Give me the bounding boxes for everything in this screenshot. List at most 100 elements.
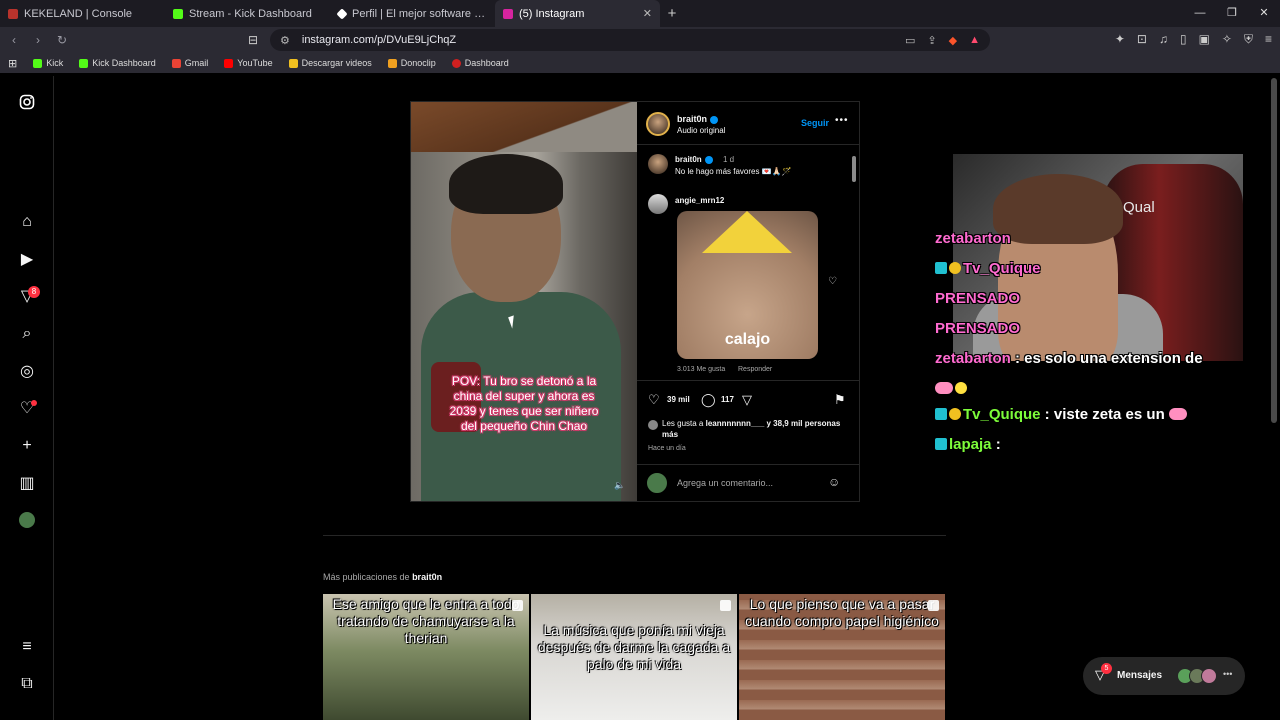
post-time: Hace un día (648, 445, 686, 452)
reel-video[interactable]: POV: Tu bro se detonó a la china del sup… (411, 102, 637, 501)
new-tab-button[interactable]: + (660, 5, 684, 22)
audio-label[interactable]: Audio original (677, 126, 725, 135)
more-post-tile[interactable]: La música que ponía mi vieja después de … (531, 594, 737, 720)
share-icon[interactable]: ⇪ (927, 34, 936, 47)
comments-scrollbar[interactable] (851, 146, 857, 380)
extensions-icon[interactable]: ✦ (1115, 32, 1125, 47)
gmail-icon (171, 58, 181, 68)
page-scrollbar[interactable] (1270, 76, 1278, 720)
comment-like-icon[interactable]: ♡ (828, 276, 837, 287)
bookmark-donoclip[interactable]: Donoclip (387, 58, 436, 68)
minimize-icon[interactable]: — (1184, 0, 1216, 27)
address-bar[interactable]: ⚙ instagram.com/p/DVuE9LjChqZ ▭ ⇪ ◆ ▲ (270, 29, 990, 51)
share-icon[interactable]: ▽ (742, 392, 752, 408)
caption-username[interactable]: brait0n (675, 155, 713, 164)
sidebar-toggle-icon[interactable]: ▯ (1180, 32, 1187, 47)
notifications-count-badge: 8 (28, 286, 40, 298)
liked-by-avatar (648, 420, 658, 430)
emote-icon (935, 382, 953, 394)
explore-icon[interactable]: ◎ (17, 361, 37, 381)
bookmark-kick[interactable]: Kick (33, 58, 63, 68)
create-icon[interactable]: + (17, 436, 37, 456)
chat-avatar (1201, 668, 1217, 684)
more-menu-icon[interactable]: ≡ (17, 637, 37, 657)
messages-button[interactable]: ▽ 5 Mensajes ••• (1083, 657, 1245, 695)
menu-icon[interactable]: ≡ (1265, 32, 1272, 47)
liked-by-text[interactable]: Les gusta a leannnnnnn___ y 38,9 mil per… (662, 418, 852, 440)
caption-author-avatar[interactable] (648, 154, 668, 174)
follow-button[interactable]: Seguir (801, 118, 829, 128)
site-info-icon[interactable]: ⚙ (280, 34, 290, 47)
brave-rewards-icon[interactable]: ▲ (969, 34, 980, 47)
search-icon[interactable]: ⌕ (17, 324, 37, 344)
url-text: instagram.com/p/DVuE9LjChqZ (301, 34, 457, 46)
emoji-icon[interactable]: ☺ (828, 475, 840, 489)
chat-username: zetabarton (935, 230, 1011, 247)
commenter-avatar[interactable] (648, 194, 668, 214)
close-window-icon[interactable]: ✕ (1248, 0, 1280, 27)
like-heart-icon[interactable]: ♡ (648, 392, 660, 408)
reel-indicator-icon (512, 600, 523, 611)
new-activity-dot (31, 400, 37, 406)
wallet-icon[interactable]: ▣ (1199, 32, 1210, 47)
instagram-sidebar: ⌂ ▶ ▽ 8 ⌕ ◎ ♡ + ▥ ≡ ⧉ (0, 76, 54, 720)
chat-username: Tv_Quique (963, 406, 1041, 423)
chat-username: PRENSADO (935, 320, 1021, 337)
bookmark-youtube[interactable]: YouTube (224, 58, 273, 68)
more-post-tile[interactable]: Ese amigo que le entra a todo tratando d… (323, 594, 529, 720)
instagram-favicon-icon (503, 8, 513, 19)
dashboard-icon[interactable]: ▥ (17, 473, 37, 493)
author-username[interactable]: brait0n (677, 114, 719, 124)
page-scrollbar-thumb[interactable] (1271, 78, 1277, 423)
back-icon[interactable]: ‹ (4, 33, 24, 47)
close-tab-icon[interactable]: ✕ (643, 7, 652, 20)
commenter-username[interactable]: angie_mrn12 (675, 196, 724, 205)
sticker-hat (702, 211, 792, 253)
save-bookmark-icon[interactable]: ⚑ (834, 392, 846, 408)
bookmark-descargar-videos[interactable]: Descargar videos (288, 58, 372, 68)
reel-indicator-icon (928, 600, 939, 611)
reload-icon[interactable]: ↻ (52, 33, 72, 47)
apps-grid-icon[interactable]: ⊞ (8, 57, 17, 70)
brave-shield-icon[interactable]: ◆ (949, 34, 957, 47)
likes-count[interactable]: 39 mil (667, 395, 690, 404)
more-post-tile[interactable]: Lo que pienso que va a pasar cuando comp… (739, 594, 945, 720)
instagram-logo-icon[interactable] (17, 92, 37, 112)
more-options-icon[interactable]: ••• (835, 115, 849, 126)
screenshot-icon[interactable]: ⊡ (1137, 32, 1147, 47)
bookmark-dashboard[interactable]: Dashboard (451, 58, 509, 68)
tab-perfil[interactable]: Perfil | El mejor software para potenc (330, 0, 495, 27)
bookmark-kick-dashboard[interactable]: Kick Dashboard (79, 58, 156, 68)
reply-button[interactable]: Responder (738, 366, 772, 373)
more-posts-user[interactable]: brait0n (412, 572, 442, 582)
kick-icon (33, 58, 43, 68)
author-avatar[interactable] (646, 112, 670, 136)
current-user-avatar (647, 473, 667, 493)
profile-avatar-icon[interactable] (17, 510, 37, 530)
kick-badge-icon (935, 408, 947, 420)
also-from-meta-icon[interactable]: ⧉ (17, 674, 37, 694)
tab-kick-dashboard[interactable]: Stream - Kick Dashboard (165, 0, 330, 27)
bookmark-label: Descargar videos (301, 58, 372, 68)
video-caption: POV: Tu bro se detonó a la china del sup… (449, 374, 599, 433)
restore-icon[interactable]: ❐ (1216, 0, 1248, 27)
music-icon[interactable]: ♫ (1159, 32, 1168, 47)
vpn-icon[interactable]: ⛨ (1244, 32, 1253, 47)
tab-instagram[interactable]: (5) Instagram ✕ (495, 0, 660, 27)
comment-likes[interactable]: 3.013 Me gusta (677, 366, 725, 373)
home-icon[interactable]: ⌂ (17, 212, 37, 232)
perfil-favicon-icon (336, 7, 348, 20)
volume-icon[interactable]: 🔈 (614, 480, 625, 491)
forward-icon[interactable]: › (28, 33, 48, 47)
bookmark-gmail[interactable]: Gmail (171, 58, 208, 68)
chat-message: zetabarton (935, 230, 1011, 247)
bookmark-icon[interactable]: ⊟ (248, 33, 258, 47)
tab-kekeland[interactable]: KEKELAND | Console (0, 0, 165, 27)
cast-icon[interactable]: ▭ (905, 34, 915, 47)
comment-input[interactable]: Agrega un comentario... (677, 478, 773, 488)
scrollbar-thumb[interactable] (852, 156, 856, 182)
comments-count[interactable]: 117 (721, 395, 734, 404)
reels-icon[interactable]: ▶ (17, 249, 37, 269)
leo-ai-icon[interactable]: ✧ (1222, 32, 1232, 47)
comment-icon[interactable]: ◯ (701, 392, 716, 408)
